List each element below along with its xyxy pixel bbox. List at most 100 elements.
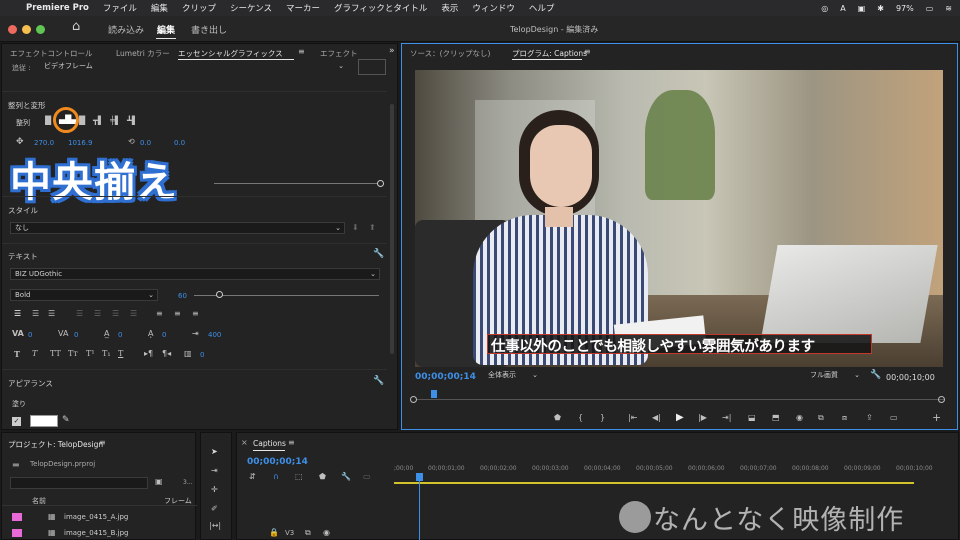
tab-effect-controls[interactable]: エフェクトコントロール	[10, 48, 93, 59]
export-frame-icon[interactable]: ◉	[796, 413, 803, 422]
anchor-value[interactable]: 0.0	[174, 139, 185, 147]
timeline-playhead-handle[interactable]	[416, 473, 423, 481]
superscript-icon[interactable]: T¹	[86, 349, 95, 358]
align-middle-icon[interactable]: ╪▌	[110, 116, 121, 125]
kerning-value[interactable]: 0	[28, 331, 32, 339]
zoom-select[interactable]: 全体表示 ⌄	[484, 370, 540, 382]
bluetooth-icon[interactable]: ✱	[877, 4, 884, 13]
style-select[interactable]: なし ⌄	[10, 222, 345, 234]
list-item[interactable]: ▦ image_0415_A.jpg	[2, 510, 197, 524]
menu-window[interactable]: ウィンドウ	[472, 2, 515, 14]
tab-program[interactable]: プログラム: Captions	[512, 48, 587, 59]
work-area-bar[interactable]	[394, 482, 914, 484]
wifi-icon[interactable]: ≋	[945, 4, 952, 13]
text-align-right-icon[interactable]: ☰	[48, 309, 55, 318]
menu-view[interactable]: 表示	[441, 2, 458, 14]
menu-sequence[interactable]: シーケンス	[230, 2, 272, 14]
style-down-icon[interactable]: ⬇	[352, 223, 359, 232]
wrench-icon[interactable]: 🔧	[373, 249, 384, 259]
add-marker-icon[interactable]: ⬟	[319, 472, 326, 481]
opacity-slider-handle[interactable]	[377, 180, 384, 187]
lock-track-icon[interactable]: 🔒	[269, 528, 279, 537]
scrubber-left-handle[interactable]	[410, 396, 417, 403]
opacity-slider-track[interactable]	[214, 183, 380, 184]
menu-edit[interactable]: 編集	[151, 2, 168, 14]
tsume-value[interactable]: 0	[200, 351, 204, 359]
cc-icon[interactable]: ◎	[821, 4, 828, 13]
workspace-edit[interactable]: 編集	[157, 23, 175, 36]
wrench-icon[interactable]: 🔧	[373, 376, 384, 386]
share-icon[interactable]: ⇪	[866, 413, 873, 422]
eyedropper-icon[interactable]: ✎	[62, 415, 70, 425]
fill-color-swatch[interactable]	[30, 415, 58, 427]
text-align-left-icon[interactable]: ☰	[14, 309, 21, 318]
playhead-timecode[interactable]: 00;00;00;14	[415, 372, 476, 382]
settings-wrench-icon[interactable]: 🔧	[870, 370, 881, 380]
panel-menu-icon[interactable]: ≡	[99, 438, 106, 447]
list-item[interactable]: ▦ image_0415_B.jpg	[2, 526, 197, 540]
text-bottom-icon[interactable]: ≡	[192, 309, 199, 318]
workspace-import[interactable]: 読み込み	[108, 23, 144, 36]
mark-out-icon[interactable]: }	[600, 413, 605, 422]
all-caps-icon[interactable]: TT	[50, 349, 61, 358]
menu-file[interactable]: ファイル	[103, 2, 137, 14]
zoom-window-button[interactable]	[36, 25, 45, 34]
battery-icon[interactable]: ▭	[926, 4, 934, 13]
font-size-slider-handle[interactable]	[216, 291, 223, 298]
panel-scrollbar[interactable]	[390, 104, 394, 354]
close-tab-icon[interactable]: ×	[241, 438, 248, 447]
add-marker-icon[interactable]: ⬟	[554, 413, 561, 422]
mark-in-icon[interactable]: {	[578, 413, 583, 422]
justify-center-icon[interactable]: ☰	[94, 309, 101, 318]
project-title[interactable]: プロジェクト: TelopDesign	[8, 439, 103, 450]
text-middle-icon[interactable]: ≡	[174, 309, 181, 318]
tab-lumetri-color[interactable]: Lumetri カラー	[116, 48, 170, 59]
snap-icon[interactable]: ∩	[273, 472, 279, 481]
text-align-center-icon[interactable]: ☰	[32, 309, 39, 318]
tab-width-value[interactable]: 400	[208, 331, 221, 339]
align-top-icon[interactable]: ┳▌	[93, 116, 104, 125]
tab-essential-graphics[interactable]: エッセンシャルグラフィックス	[178, 48, 283, 59]
eye-icon[interactable]: ◉	[323, 528, 330, 537]
tracking-value[interactable]: 0	[74, 331, 78, 339]
align-bottom-icon[interactable]: ┻▌	[127, 116, 138, 125]
position-y-value[interactable]: 1016.9	[68, 139, 93, 147]
justify-left-icon[interactable]: ☰	[76, 309, 83, 318]
ripple-edit-tool-icon[interactable]: ✛	[211, 485, 218, 494]
menu-app-name[interactable]: Premiere Pro	[26, 3, 89, 13]
captions-icon[interactable]: ▭	[363, 472, 371, 481]
small-caps-icon[interactable]: Tт	[68, 349, 78, 358]
font-family-select[interactable]: BIZ UDGothic ⌄	[10, 268, 380, 280]
monitor-scrubber-track[interactable]	[416, 399, 944, 400]
project-search-input[interactable]	[10, 477, 148, 489]
close-window-button[interactable]	[8, 25, 17, 34]
font-style-select[interactable]: Bold ⌄	[10, 289, 158, 301]
expand-panels-icon[interactable]: »	[389, 46, 395, 56]
style-up-icon[interactable]: ⬆	[369, 223, 376, 232]
quality-select[interactable]: フル画質 ⌄	[806, 370, 862, 382]
text-top-icon[interactable]: ≡	[156, 309, 163, 318]
step-forward-icon[interactable]: |▶	[698, 413, 707, 422]
font-size-value[interactable]: 60	[178, 292, 187, 300]
step-back-icon[interactable]: ◀|	[652, 413, 661, 422]
insert-nest-icon[interactable]: ⇵	[249, 472, 256, 481]
extract-icon[interactable]: ⬒	[772, 413, 780, 422]
justify-right-icon[interactable]: ☰	[112, 309, 119, 318]
fill-checkbox[interactable]: ✓	[12, 417, 21, 426]
minimize-window-button[interactable]	[22, 25, 31, 34]
subscript-icon[interactable]: T₁	[102, 349, 111, 358]
razor-tool-icon[interactable]: ✐	[211, 504, 218, 513]
home-icon[interactable]: ⌂	[72, 19, 80, 34]
scrubber-right-handle[interactable]	[938, 396, 945, 403]
video-frame[interactable]: 仕事以外のことでも相談しやすい雰囲気があります	[415, 70, 943, 367]
anchor-grid-icon[interactable]	[358, 59, 386, 75]
track-select-tool-icon[interactable]: ⇥	[211, 466, 218, 475]
menu-clip[interactable]: クリップ	[182, 2, 216, 14]
new-bin-icon[interactable]: ▣	[155, 477, 163, 486]
workspace-export[interactable]: 書き出し	[191, 23, 227, 36]
ltr-direction-icon[interactable]: ▸¶	[144, 349, 153, 358]
lift-icon[interactable]: ⬓	[748, 413, 756, 422]
monitor-playhead[interactable]	[431, 390, 437, 398]
slip-tool-icon[interactable]: |↔|	[209, 521, 221, 530]
a-icon[interactable]: A	[840, 4, 845, 13]
